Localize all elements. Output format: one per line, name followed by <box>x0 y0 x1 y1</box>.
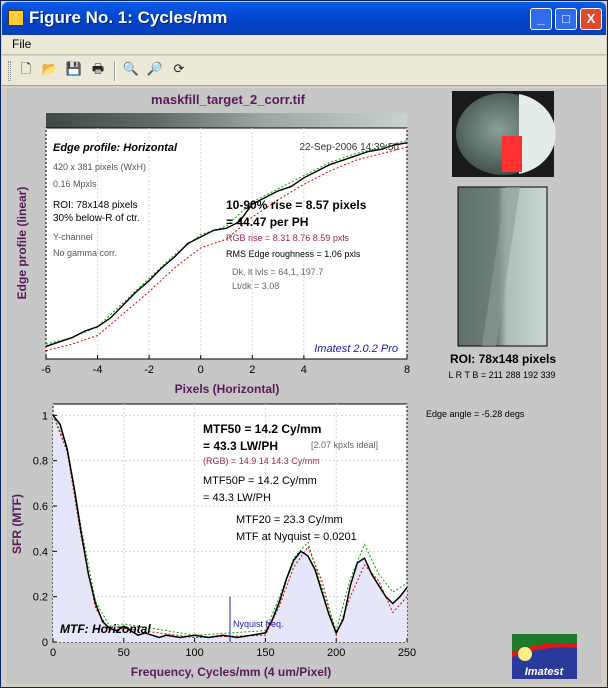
mtf-y-tick-label: 1 <box>42 410 48 422</box>
menu-file[interactable]: File <box>12 37 31 51</box>
edge-dk-lt-levels: Dk, lt lvls = 64.1, 197.7 <box>232 267 323 277</box>
mtf50p-cycles: MTF50P = 14.2 Cy/mm <box>203 475 317 487</box>
edge-x-tick-label: -4 <box>93 364 103 376</box>
edge-x-axis-label: Pixels (Horizontal) <box>175 382 280 396</box>
mtf-x-tick-label: 0 <box>50 647 56 659</box>
edge-rise-pixels: 10-90% rise = 8.57 pixels <box>226 198 367 212</box>
zoom-in-icon[interactable]: 🔍 <box>122 61 140 79</box>
edge-heading: Edge profile: Horizontal <box>53 142 178 154</box>
edge-rgb-rise: RGB rise = 8.31 8.76 8.59 pxls <box>226 233 349 243</box>
toolbar: 🗋 📂 💾 🖶 🔍 🔎 ⟳ <box>2 56 606 86</box>
save-icon[interactable]: 💾 <box>65 61 83 79</box>
mtf-x-tick-label: 50 <box>118 647 130 659</box>
roi-size-label: ROI: 78x148 pixels <box>450 352 556 366</box>
edge-x-tick-label: 4 <box>301 364 307 376</box>
mtf-x-tick-label: 200 <box>327 647 345 659</box>
toolbar-grip[interactable] <box>8 61 11 81</box>
edge-file-title: maskfill_target_2_corr.tif <box>151 92 306 107</box>
imatest-logo-text: Imatest <box>525 666 565 678</box>
open-folder-icon[interactable]: 📂 <box>41 61 59 79</box>
zoom-out-icon[interactable]: 🔎 <box>146 61 164 79</box>
menu-bar: File <box>2 35 606 55</box>
maximize-button[interactable]: □ <box>555 8 577 30</box>
mtf-x-axis-label: Frequency, Cycles/mm (4 um/Pixel) <box>131 665 332 679</box>
title-bar[interactable]: Figure No. 1: Cycles/mm _ □ X <box>2 2 606 35</box>
mtf-x-tick-label: 150 <box>256 647 274 659</box>
edge-roughness: RMS Edge roughness = 1.06 pxls <box>226 249 361 259</box>
mtf-y-tick-label: 0.6 <box>33 501 48 513</box>
mtf-y-tick-label: 0.2 <box>33 592 48 604</box>
minimize-button[interactable]: _ <box>530 8 552 30</box>
edge-x-tick-label: 2 <box>249 364 255 376</box>
mtf-y-tick-label: 0.8 <box>33 456 48 468</box>
mtf-y-tick-label: 0 <box>42 637 48 649</box>
edge-info-dimensions: 420 x 381 pixels (WxH) <box>53 162 146 172</box>
edge-info-channel: Y-channel <box>53 232 93 242</box>
edge-info-mpxls: 0.16 Mpxls <box>53 179 97 189</box>
edge-x-tick-label: -2 <box>144 364 154 376</box>
edge-info-roi: ROI: 78x148 pixels <box>53 200 138 211</box>
edge-y-axis-label: Edge profile (linear) <box>15 187 29 300</box>
rotate-icon[interactable]: ⟳ <box>170 61 188 79</box>
mtf50p-lwph: = 43.3 LW/PH <box>203 492 271 504</box>
roi-coordinates: L R T B = 211 288 192 339 <box>448 370 555 380</box>
edge-lt-dk-ratio: Lt/dk = 3.08 <box>232 281 279 291</box>
nyquist-label: Nyquist freq. <box>233 619 284 629</box>
mtf-corner-label: MTF: Horizontal <box>60 622 151 636</box>
edge-x-tick-label: -6 <box>41 364 51 376</box>
edge-gradient-strip <box>46 113 407 128</box>
mtf-x-tick-label: 100 <box>185 647 203 659</box>
edge-x-tick-label: 8 <box>404 364 410 376</box>
new-file-icon[interactable]: 🗋 <box>17 61 35 79</box>
edge-info-gamma: No gamma corr. <box>53 248 117 258</box>
mtf-x-tick-label: 250 <box>398 647 416 659</box>
roi-location-marker <box>502 136 522 172</box>
matlab-app-icon <box>8 10 24 26</box>
mtf20-value: MTF20 = 23.3 Cy/mm <box>236 514 343 526</box>
mtf50-cycles: MTF50 = 14.2 Cy/mm <box>203 422 321 436</box>
imatest-logo: Imatest <box>512 634 577 679</box>
edge-rise-ph: = 44.47 per PH <box>226 215 308 229</box>
close-button[interactable]: X <box>580 8 602 30</box>
print-icon[interactable]: 🖶 <box>89 61 107 79</box>
edge-timestamp: 22-Sep-2006 14:39:50 <box>299 142 399 153</box>
edge-info-position: 30% below-R of ctr. <box>53 213 140 224</box>
mtf50-lwph: = 43.3 LW/PH <box>203 439 278 453</box>
mtf-ideal: [2.07 kpxls ideal] <box>311 440 378 450</box>
mtf-y-axis-label: SFR (MTF) <box>10 494 24 554</box>
mtf-rgb: (RGB) = 14.9 14 14.3 Cy/mm <box>203 456 320 466</box>
figure-window: Figure No. 1: Cycles/mm _ □ X File 🗋 📂 💾… <box>0 0 608 688</box>
figure-canvas: maskfill_target_2_corr.tif -6 -4 -2 0 2 4 8 Ed… <box>6 88 602 684</box>
window-title: Figure No. 1: Cycles/mm <box>29 8 228 27</box>
imatest-version-watermark: Imatest 2.0.2 Pro <box>314 343 398 355</box>
edge-x-tick-label: 0 <box>198 364 204 376</box>
mtf-y-tick-label: 0.4 <box>33 546 48 558</box>
mtf-at-nyquist: MTF at Nyquist = 0.0201 <box>236 531 357 543</box>
toolbar-separator <box>114 61 116 81</box>
edge-angle: Edge angle = -5.28 degs <box>426 409 525 419</box>
